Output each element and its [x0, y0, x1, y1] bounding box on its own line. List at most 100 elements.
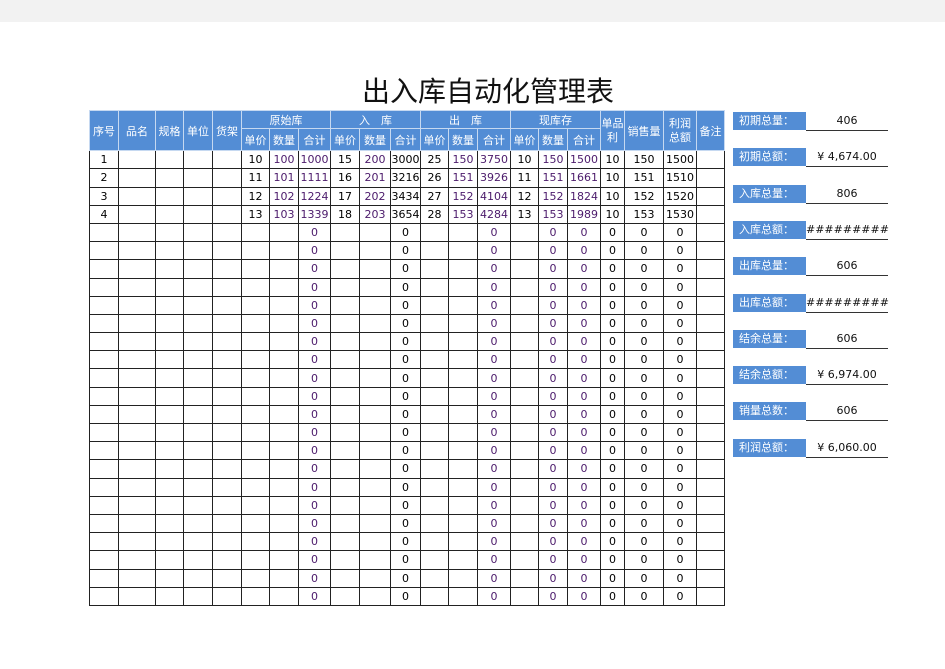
table-cell[interactable] [696, 459, 725, 479]
table-cell[interactable] [89, 404, 119, 425]
table-cell[interactable] [89, 477, 119, 497]
header-shelf[interactable]: 货架 [212, 109, 242, 152]
table-cell[interactable] [330, 404, 360, 425]
table-cell[interactable]: 0 [600, 550, 625, 570]
table-cell[interactable]: 0 [538, 568, 568, 588]
table-cell[interactable]: 0 [600, 532, 625, 552]
table-cell[interactable] [420, 295, 449, 315]
table-cell[interactable] [510, 277, 539, 297]
table-cell[interactable] [183, 313, 213, 334]
table-cell[interactable] [420, 259, 449, 279]
table-cell[interactable]: 0 [477, 332, 511, 352]
table-cell[interactable]: 0 [624, 313, 664, 334]
table-cell[interactable] [89, 332, 119, 352]
table-cell[interactable] [420, 222, 449, 243]
table-cell[interactable]: 0 [567, 568, 601, 588]
table-cell[interactable]: 0 [390, 313, 421, 334]
table-cell[interactable] [241, 477, 270, 497]
table-cell[interactable] [183, 532, 213, 552]
table-cell[interactable] [118, 186, 156, 206]
table-cell[interactable]: 1500 [567, 150, 601, 170]
table-cell[interactable] [183, 477, 213, 497]
table-cell[interactable]: 102 [269, 186, 299, 206]
table-cell[interactable]: 28 [420, 204, 449, 224]
table-cell[interactable] [155, 168, 184, 188]
table-cell[interactable]: 3216 [390, 168, 421, 188]
table-cell[interactable]: 152 [538, 186, 568, 206]
table-cell[interactable]: 0 [390, 586, 421, 606]
subheader-total[interactable]: 合计 [298, 128, 331, 152]
table-cell[interactable] [359, 350, 391, 370]
table-cell[interactable] [183, 404, 213, 425]
table-cell[interactable] [330, 241, 360, 261]
table-cell[interactable] [359, 332, 391, 352]
header-orig[interactable]: 原始库 [241, 109, 331, 130]
table-cell[interactable]: 0 [600, 477, 625, 497]
subheader-total[interactable]: 合计 [477, 128, 511, 152]
table-cell[interactable] [330, 386, 360, 406]
table-cell[interactable]: 0 [567, 459, 601, 479]
table-cell[interactable]: 0 [477, 241, 511, 261]
table-cell[interactable]: 0 [624, 332, 664, 352]
table-cell[interactable] [241, 368, 270, 388]
table-cell[interactable]: 3434 [390, 186, 421, 206]
table-cell[interactable] [118, 222, 156, 243]
table-cell[interactable]: 0 [663, 222, 697, 243]
table-cell[interactable]: 3 [89, 186, 119, 206]
table-cell[interactable] [241, 222, 270, 243]
table-cell[interactable] [359, 259, 391, 279]
table-cell[interactable] [118, 386, 156, 406]
table-cell[interactable] [448, 277, 478, 297]
table-cell[interactable] [241, 459, 270, 479]
table-cell[interactable] [448, 222, 478, 243]
table-cell[interactable]: 0 [567, 259, 601, 279]
table-cell[interactable] [448, 550, 478, 570]
table-cell[interactable]: 3750 [477, 150, 511, 170]
table-cell[interactable] [212, 259, 242, 279]
table-cell[interactable] [212, 368, 242, 388]
table-cell[interactable]: 0 [663, 404, 697, 425]
table-cell[interactable] [269, 422, 299, 443]
table-cell[interactable]: 0 [567, 386, 601, 406]
table-cell[interactable] [183, 386, 213, 406]
table-cell[interactable] [118, 532, 156, 552]
table-cell[interactable] [155, 568, 184, 588]
table-cell[interactable]: 101 [269, 168, 299, 188]
table-cell[interactable] [696, 222, 725, 243]
table-cell[interactable] [89, 586, 119, 606]
table-cell[interactable]: 0 [663, 368, 697, 388]
table-cell[interactable] [89, 313, 119, 334]
table-cell[interactable] [155, 459, 184, 479]
table-cell[interactable] [212, 277, 242, 297]
table-cell[interactable] [448, 441, 478, 461]
table-cell[interactable]: 0 [624, 513, 664, 534]
table-cell[interactable] [448, 259, 478, 279]
table-cell[interactable]: 0 [624, 222, 664, 243]
table-cell[interactable] [359, 404, 391, 425]
table-cell[interactable] [448, 586, 478, 606]
table-cell[interactable]: 153 [624, 204, 664, 224]
table-cell[interactable] [420, 586, 449, 606]
table-cell[interactable]: 0 [298, 350, 331, 370]
header-seq[interactable]: 序号 [89, 109, 119, 152]
table-cell[interactable] [183, 332, 213, 352]
subheader-price[interactable]: 单价 [241, 128, 270, 152]
table-cell[interactable] [155, 441, 184, 461]
table-cell[interactable] [420, 404, 449, 425]
table-cell[interactable] [183, 441, 213, 461]
table-cell[interactable]: 0 [538, 386, 568, 406]
table-cell[interactable]: 150 [448, 150, 478, 170]
table-cell[interactable]: 25 [420, 150, 449, 170]
table-cell[interactable] [696, 568, 725, 588]
table-cell[interactable] [696, 441, 725, 461]
table-cell[interactable]: 0 [538, 295, 568, 315]
table-cell[interactable] [183, 259, 213, 279]
table-cell[interactable] [118, 513, 156, 534]
table-cell[interactable]: 1339 [298, 204, 331, 224]
table-cell[interactable]: 0 [600, 586, 625, 606]
table-cell[interactable]: 1520 [663, 186, 697, 206]
table-cell[interactable] [118, 404, 156, 425]
table-cell[interactable] [241, 277, 270, 297]
table-cell[interactable] [241, 313, 270, 334]
table-cell[interactable] [89, 368, 119, 388]
